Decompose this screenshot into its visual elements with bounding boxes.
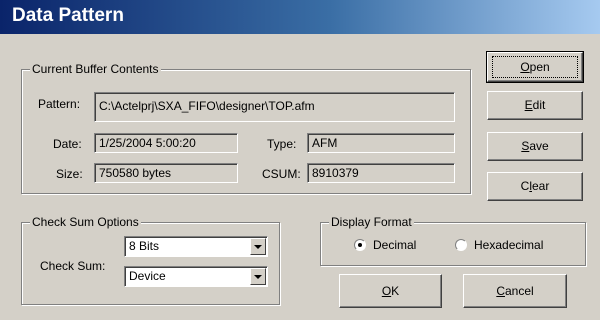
- edit-button-label: dit: [532, 98, 546, 112]
- decimal-radio-label[interactable]: Decimal: [373, 237, 416, 253]
- checksum-bits-select[interactable]: 8 Bits: [124, 236, 268, 257]
- csum-field: 8910379: [307, 163, 455, 183]
- hexadecimal-radio[interactable]: [455, 239, 467, 251]
- window-title: Data Pattern: [12, 5, 124, 26]
- buffer-group-label: Current Buffer Contents: [30, 62, 161, 76]
- chevron-down-icon[interactable]: [250, 238, 266, 255]
- data-pattern-dialog: Data Pattern Current Buffer Contents Pat…: [0, 0, 600, 320]
- hexadecimal-radio-label[interactable]: Hexadecimal: [474, 237, 543, 253]
- cancel-button-accel: C: [496, 284, 505, 298]
- edit-button-accel: E: [524, 98, 533, 112]
- size-field: 750580 bytes: [94, 163, 238, 183]
- ok-button-accel: O: [381, 284, 392, 298]
- csum-label: CSUM:: [262, 167, 301, 181]
- clear-button-label: ear: [532, 179, 550, 193]
- save-button[interactable]: Save: [487, 132, 583, 161]
- edit-button[interactable]: Edit: [487, 91, 583, 120]
- date-field: 1/25/2004 5:00:20: [94, 133, 238, 153]
- type-field: AFM: [307, 133, 455, 153]
- decimal-radio[interactable]: [354, 239, 366, 251]
- size-label: Size:: [56, 167, 83, 181]
- open-button[interactable]: Open: [486, 51, 584, 83]
- chevron-down-icon[interactable]: [250, 268, 266, 285]
- cancel-button[interactable]: Cancel: [463, 274, 567, 308]
- checksum-label: Check Sum:: [40, 259, 106, 273]
- checksum-source-select[interactable]: Device: [124, 266, 268, 287]
- title-bar[interactable]: Data Pattern: [0, 0, 600, 34]
- save-button-label: ave: [529, 139, 549, 153]
- cancel-button-label: ancel: [504, 284, 534, 298]
- open-button-accel: O: [520, 60, 530, 74]
- ok-button-label: K: [391, 284, 400, 298]
- ok-button[interactable]: OK: [339, 274, 442, 308]
- clear-button[interactable]: Clear: [487, 172, 583, 201]
- checksum-source-value: Device: [129, 269, 166, 283]
- open-button-label: pen: [529, 60, 550, 74]
- checksum-group-label: Check Sum Options: [30, 215, 141, 229]
- pattern-field: C:\Actelprj\SXA_FIFO\designer\TOP.afm: [94, 92, 455, 122]
- checksum-bits-value: 8 Bits: [129, 239, 160, 253]
- type-label: Type:: [267, 137, 297, 151]
- pattern-label: Pattern:: [38, 97, 81, 111]
- display-format-label: Display Format: [329, 215, 414, 229]
- date-label: Date:: [53, 137, 82, 151]
